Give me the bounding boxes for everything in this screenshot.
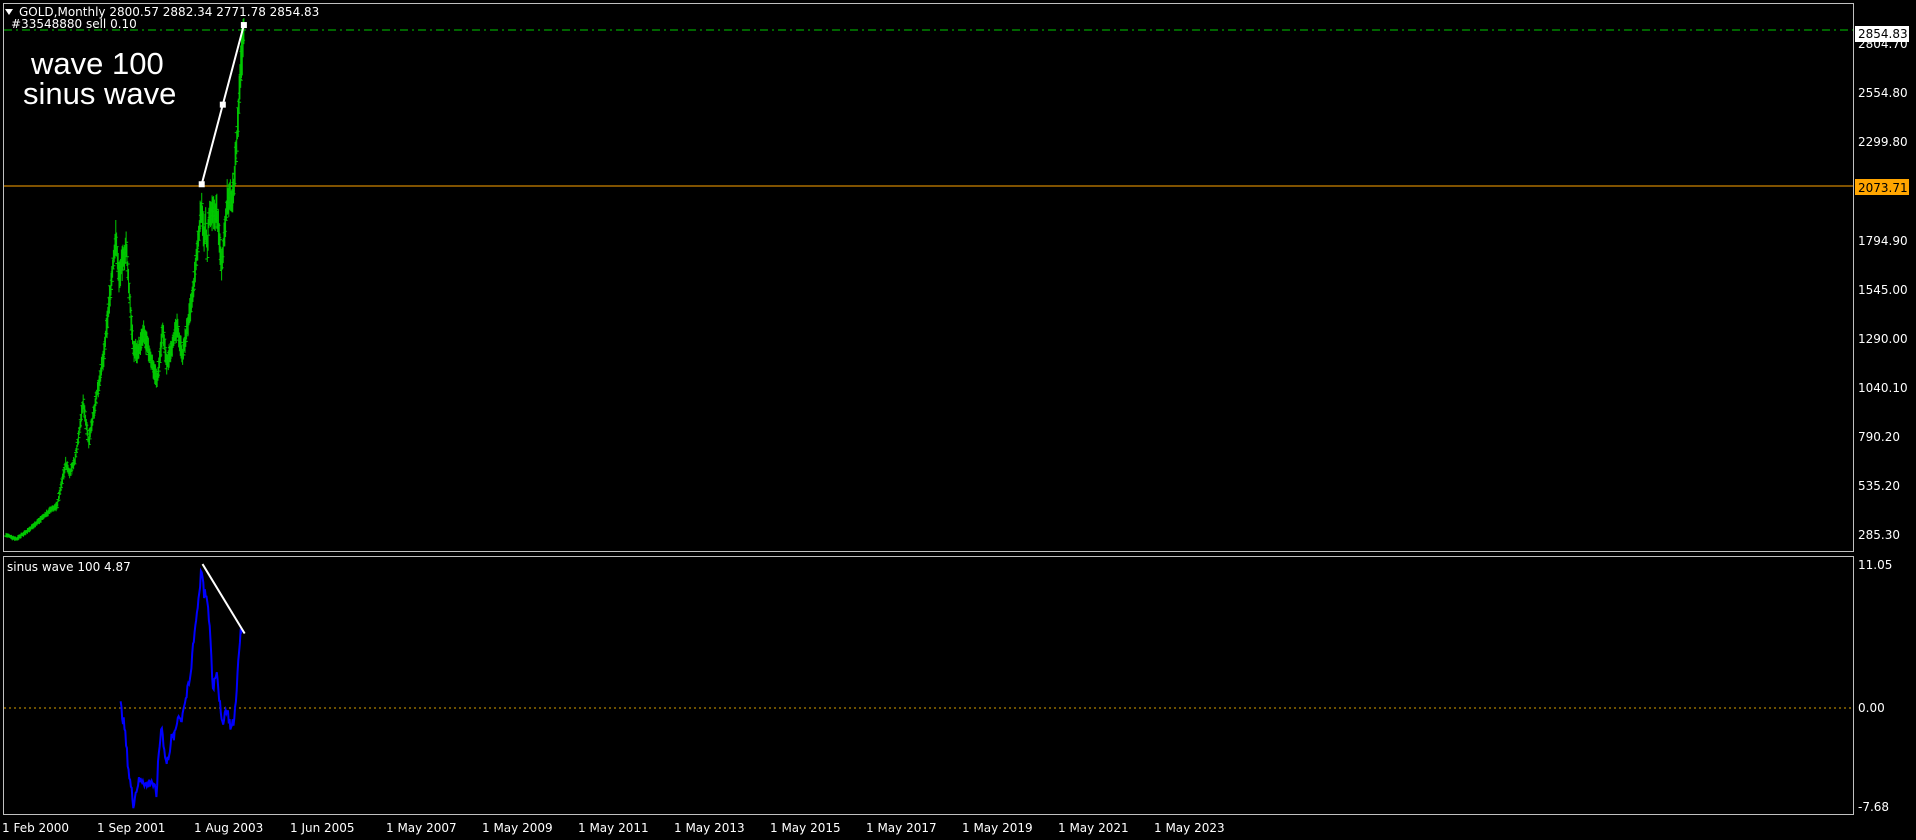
time-label: 1 May 2023 [1154, 821, 1225, 835]
ohlc-bar [124, 231, 129, 257]
annotation-line-2: sinus wave [23, 76, 176, 111]
indicator-label: sinus wave 100 4.87 [7, 560, 131, 574]
time-label: 1 Jun 2005 [290, 821, 355, 835]
indicator-panel-frame [3, 556, 1854, 815]
chart-canvas[interactable]: GOLD,Monthly 2800.57 2882.34 2771.78 285… [0, 0, 1916, 840]
indicator-tick: -7.68 [1858, 800, 1889, 814]
ohlc-bar [127, 283, 132, 301]
indicator-tick: 11.05 [1858, 558, 1892, 572]
ohlc-bar [86, 436, 91, 449]
price-tick: 2554.80 [1858, 86, 1908, 100]
time-label: 1 Sep 2001 [97, 821, 165, 835]
ohlc-bar [78, 413, 83, 428]
time-label: 1 May 2013 [674, 821, 745, 835]
price-tick: 1040.10 [1858, 381, 1908, 395]
price-tick: 2299.80 [1858, 135, 1908, 149]
ohlc-bar [59, 478, 64, 488]
time-axis: 1 Feb 2000 1 Sep 2001 1 Aug 2003 1 Jun 2… [2, 821, 1225, 835]
price-tick: 1545.00 [1858, 283, 1908, 297]
price-axis: 2804.70 2554.80 2299.80 2049.80 1794.90 … [1858, 37, 1908, 542]
price-tick: 285.30 [1858, 528, 1900, 542]
collapse-triangle-icon[interactable] [5, 9, 13, 15]
time-label: 1 May 2011 [578, 821, 649, 835]
trendline-anchor-start[interactable] [198, 181, 205, 188]
ohlc-bar [128, 293, 133, 313]
time-label: 1 Feb 2000 [2, 821, 69, 835]
time-label: 1 May 2019 [962, 821, 1033, 835]
trendline-anchor-end[interactable] [240, 22, 247, 29]
price-tick: 535.20 [1858, 479, 1900, 493]
main-panel-frame [3, 3, 1854, 552]
ohlc-bar [56, 495, 61, 502]
time-label: 1 May 2015 [770, 821, 841, 835]
sinus-wave-line [119, 567, 244, 809]
price-tick: 1794.90 [1858, 234, 1908, 248]
time-label: 1 May 2009 [482, 821, 553, 835]
price-tick: 790.20 [1858, 430, 1900, 444]
order-info: #33548880 sell 0.10 [11, 17, 137, 31]
time-label: 1 May 2017 [866, 821, 937, 835]
ohlc-bar [126, 268, 131, 294]
time-label: 1 May 2007 [386, 821, 457, 835]
ohlc-bar [77, 420, 82, 431]
ohlc-bar [74, 444, 79, 453]
time-label: 1 May 2021 [1058, 821, 1129, 835]
ohlc-bar [233, 140, 238, 166]
price-tick: 1290.00 [1858, 332, 1908, 346]
indicator-tick: 0.00 [1858, 701, 1885, 715]
trendline-anchor-mid[interactable] [219, 101, 226, 108]
time-label: 1 Aug 2003 [194, 821, 263, 835]
ohlc-bar [129, 315, 134, 340]
current-price-label: 2854.83 [1858, 27, 1908, 41]
order-price-label: 2073.71 [1858, 181, 1908, 195]
